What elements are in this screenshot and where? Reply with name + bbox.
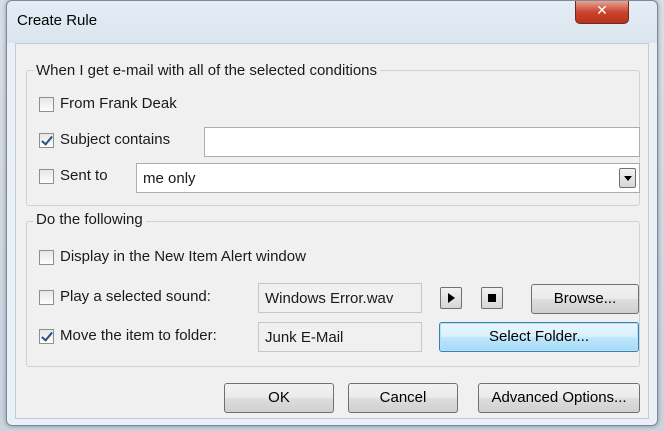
cancel-button[interactable]: Cancel [348, 383, 458, 413]
subject-checkbox[interactable] [39, 133, 54, 148]
from-label: From Frank Deak [60, 95, 177, 112]
play-button[interactable] [440, 287, 462, 309]
sent-to-checkbox[interactable] [39, 169, 54, 184]
dialog-client-area: When I get e-mail with all of the select… [15, 43, 649, 419]
subject-input[interactable] [204, 127, 640, 157]
conditions-group-label: When I get e-mail with all of the select… [33, 62, 381, 79]
create-rule-dialog: Create Rule ✕ When I get e-mail with all… [6, 0, 658, 426]
stop-button[interactable] [481, 287, 503, 309]
from-checkbox[interactable] [39, 97, 54, 112]
actions-group-label: Do the following [33, 211, 146, 228]
advanced-options-button[interactable]: Advanced Options... [478, 383, 640, 413]
sound-checkbox[interactable] [39, 290, 54, 305]
sent-to-label: Sent to [60, 167, 108, 184]
stop-icon [488, 294, 496, 302]
folder-value: Junk E-Mail [265, 329, 344, 346]
sound-file-value: Windows Error.wav [265, 290, 394, 307]
subject-label: Subject contains [60, 131, 171, 148]
select-folder-button[interactable]: Select Folder... [439, 322, 639, 352]
sent-to-dropdown[interactable]: me only [136, 163, 640, 193]
close-button[interactable]: ✕ [575, 1, 629, 24]
close-icon: ✕ [596, 3, 608, 19]
sent-to-selected: me only [143, 170, 196, 187]
play-icon [448, 293, 455, 303]
title-bar: Create Rule ✕ [7, 1, 657, 43]
move-checkbox[interactable] [39, 329, 54, 344]
browse-button[interactable]: Browse... [531, 284, 639, 314]
sound-label: Play a selected sound: [60, 288, 211, 305]
alert-label: Display in the New Item Alert window [60, 248, 306, 265]
ok-button[interactable]: OK [224, 383, 334, 413]
alert-checkbox[interactable] [39, 250, 54, 265]
folder-field: Junk E-Mail [258, 322, 422, 352]
chevron-down-icon[interactable] [619, 168, 636, 188]
move-label: Move the item to folder: [60, 327, 217, 344]
dialog-title: Create Rule [17, 12, 98, 29]
sound-file-field: Windows Error.wav [258, 283, 422, 313]
